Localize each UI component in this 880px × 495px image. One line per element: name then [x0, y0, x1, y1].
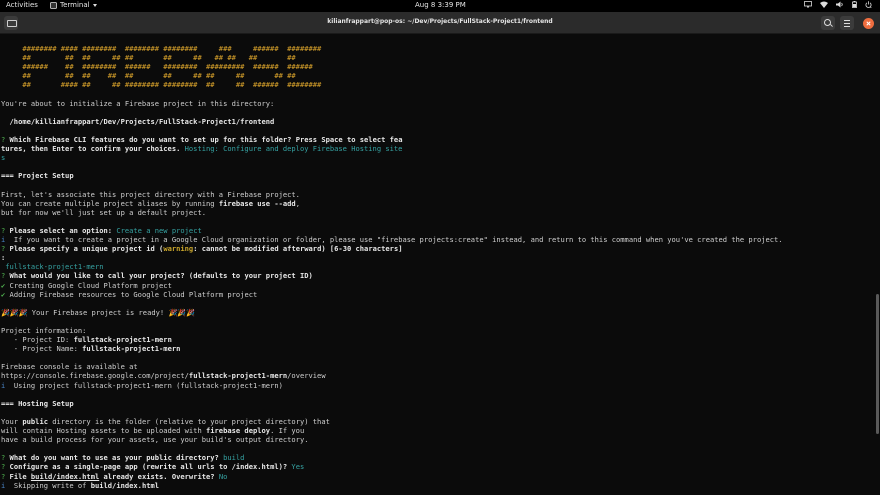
- punctuation: ,: [295, 198, 300, 208]
- app-menu[interactable]: Terminal: [50, 1, 97, 9]
- activities-button[interactable]: Activities: [6, 1, 38, 9]
- app-menu-label: Terminal: [60, 1, 90, 9]
- answer-overwrite: No: [214, 471, 228, 481]
- project-setup-text: but for now we'll just set up a default …: [1, 207, 206, 217]
- question-public-dir: What do you want to use as your public d…: [5, 453, 219, 463]
- hosting-text: have a build process for your assets, us…: [1, 435, 309, 445]
- hosting-text: will contain Hosting assets to be upload…: [1, 426, 206, 436]
- answer-project-id: fullstack-project1-mern: [1, 262, 104, 272]
- answer-features-tail: s: [1, 153, 6, 163]
- question-option: Please select an option:: [5, 225, 113, 235]
- terminal-output[interactable]: ######## #### ######## ######## ########…: [0, 35, 876, 495]
- firebase-ascii-art-line: ## #### ## ## ######## ######## ## ## ##…: [1, 80, 322, 90]
- hosting-text: . If you: [270, 426, 305, 436]
- question-project-name: What would you like to call your project…: [5, 271, 313, 281]
- skip-line: Skipping write of: [5, 480, 91, 490]
- hosting-text-bold: public: [22, 416, 48, 426]
- hosting-text: directory is the folder (relative to you…: [47, 416, 330, 426]
- answer-public-dir: build: [218, 453, 245, 463]
- firebase-ascii-art-line: ######## #### ######## ######## ########…: [1, 44, 322, 54]
- search-button[interactable]: [821, 16, 835, 30]
- terminal-header-bar: kilianfrappart@pop-os: ~/Dev/Projects/Fu…: [0, 12, 880, 34]
- firebase-ascii-art-line: ###### ## ######## ###### ######## #####…: [1, 62, 313, 72]
- terminal-app-icon: [50, 1, 57, 9]
- project-info-heading: Project information:: [1, 326, 87, 335]
- project-setup-text: First, let's associate this project dire…: [1, 189, 300, 199]
- chevron-down-icon: [92, 3, 97, 7]
- console-url-part: /overview: [287, 371, 326, 381]
- inline-command: firebase use --add: [218, 198, 296, 208]
- project-id-label: - Project ID:: [1, 335, 74, 345]
- question-project-id: Please specify a unique project id (: [5, 244, 164, 254]
- status-line: Adding Firebase resources to Google Clou…: [5, 289, 258, 299]
- close-window-button[interactable]: [863, 18, 874, 29]
- wifi-icon: [820, 1, 828, 8]
- menu-line-icon: [844, 23, 850, 24]
- using-project-line: Using project fullstack-project1-mern (f…: [5, 380, 283, 390]
- console-url[interactable]: https://console.firebase.google.com/proj…: [1, 371, 876, 380]
- party-emoji-icon: 🎉🎉🎉: [168, 307, 195, 317]
- hosting-text: Your: [1, 416, 23, 426]
- inline-command: firebase deploy: [206, 426, 271, 436]
- project-name-label: - Project Name:: [1, 344, 83, 354]
- menu-line-icon: [844, 26, 850, 27]
- battery-icon: [852, 1, 857, 8]
- party-emoji-icon: 🎉🎉🎉: [1, 307, 28, 317]
- project-setup-text: You can create multiple project aliases …: [1, 198, 219, 208]
- question-overwrite: File: [5, 471, 31, 481]
- project-setup-header: === Project Setup: [1, 171, 74, 181]
- project-id-value: fullstack-project1-mern: [73, 335, 172, 345]
- clock[interactable]: Aug 8 3:39 PM: [415, 1, 466, 9]
- answer-option: Create a new project: [112, 225, 202, 235]
- system-tray[interactable]: [804, 1, 872, 8]
- console-line: Firebase console is available at: [1, 362, 138, 372]
- console-url-project: fullstack-project1-mern: [188, 371, 288, 381]
- file-name: build/index.html: [90, 480, 160, 490]
- project-directory: /home/killianfrappart/Dev/Projects/FullS…: [1, 116, 275, 126]
- firebase-ascii-art-line: ## ## ## ## ## ## ## ## ## ## ##: [1, 53, 296, 63]
- status-line: Creating Google Cloud Platform project: [5, 280, 172, 290]
- warning-label: warning: [163, 244, 194, 254]
- file-name: build/index.html: [30, 471, 100, 481]
- hamburger-menu-button[interactable]: [840, 16, 854, 30]
- intro-line: You're about to initialize a Firebase pr…: [1, 98, 275, 108]
- question-features: Which Firebase CLI features do you want …: [5, 135, 403, 145]
- window-title: kilianfrappart@pop-os: ~/Dev/Projects/Fu…: [327, 18, 553, 25]
- firebase-ascii-art-line: ## ## ## ## ## ## ## ## ## ## ##: [1, 71, 296, 81]
- system-top-bar: Activities Terminal Aug 8 3:39 PM: [0, 0, 880, 12]
- ready-message: Your Firebase project is ready!: [27, 307, 169, 317]
- menu-line-icon: [844, 20, 850, 21]
- answer-features: Hosting: Configure and deploy Firebase H…: [180, 144, 403, 154]
- question-overwrite-cont: already exists. Overwrite?: [99, 471, 215, 481]
- project-name-value: fullstack-project1-mern: [82, 344, 181, 354]
- console-url-part: https://console.firebase.google.com/proj…: [1, 371, 189, 381]
- prompt-colon: :: [1, 253, 6, 263]
- answer-spa: Yes: [287, 462, 305, 472]
- question-features-cont: tures, then Enter to confirm your choice…: [1, 144, 181, 154]
- hosting-setup-header: === Hosting Setup: [1, 398, 74, 408]
- question-spa: Configure as a single-page app (rewrite …: [5, 462, 288, 472]
- terminal-scrollbar[interactable]: [876, 294, 879, 434]
- display-icon: [804, 1, 812, 8]
- question-project-id-cont: : cannot be modified afterward) [6-30 ch…: [193, 244, 403, 254]
- volume-icon: [836, 1, 843, 8]
- info-text: If you want to create a project in a Goo…: [5, 235, 783, 245]
- power-icon: [865, 1, 872, 8]
